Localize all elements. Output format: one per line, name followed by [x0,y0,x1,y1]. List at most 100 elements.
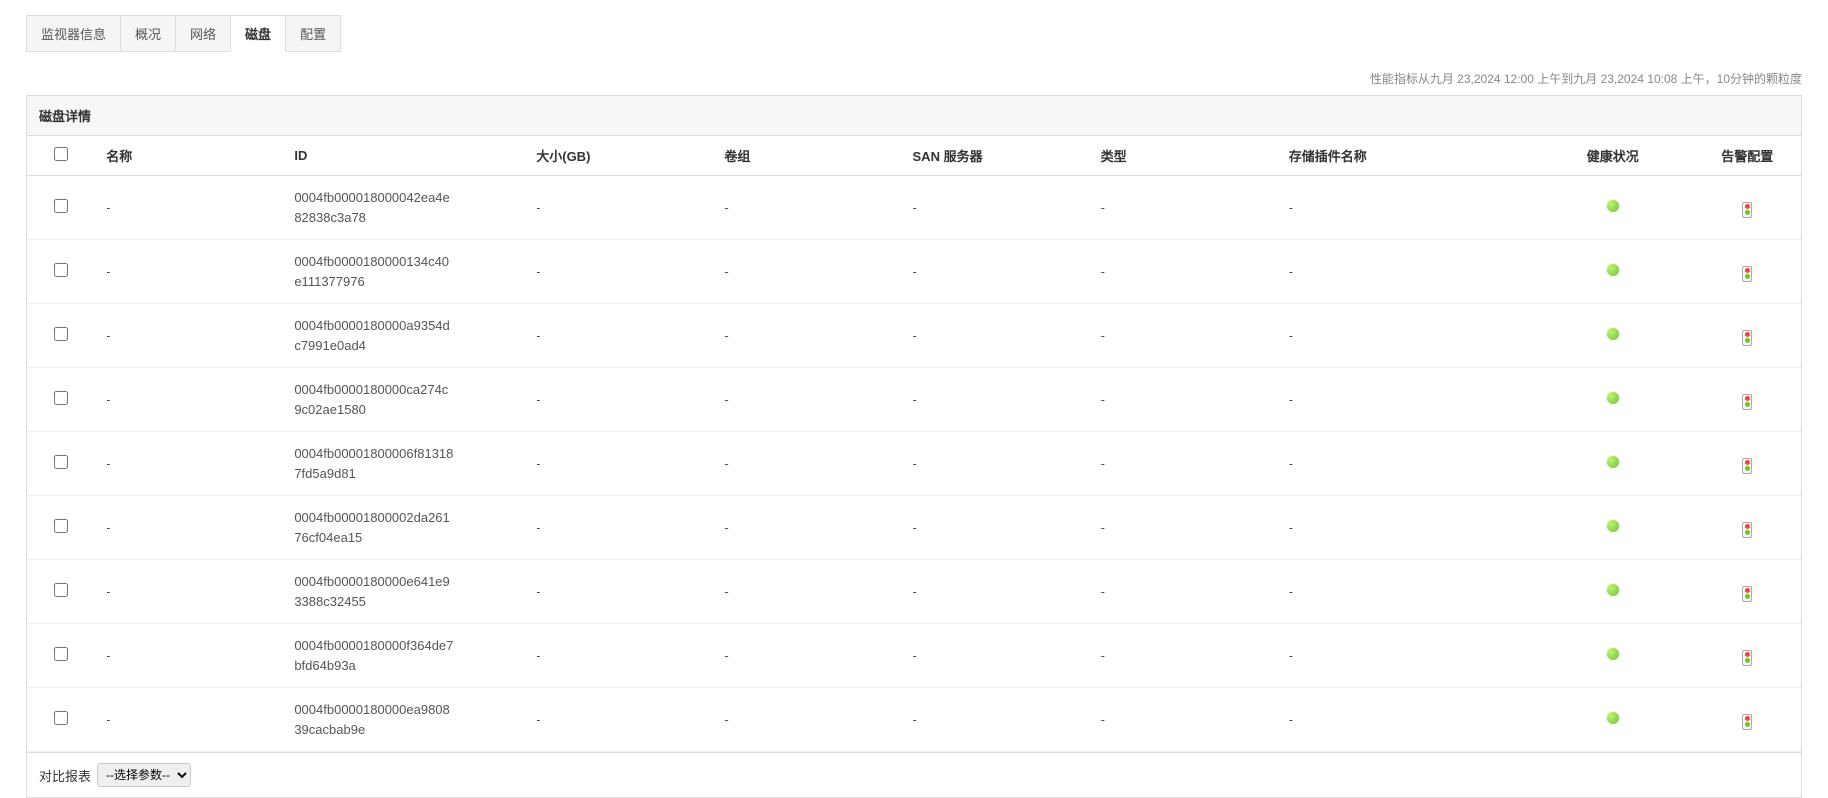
cell-health [1532,304,1693,368]
footer-bar: 对比报表 --选择参数-- [27,752,1801,797]
alarm-config-icon[interactable] [1742,458,1752,474]
row-checkbox-cell [27,688,94,752]
cell-san: - [901,368,1089,432]
header-alarm[interactable]: 告警配置 [1693,136,1801,176]
cell-health [1532,240,1693,304]
cell-vg: - [712,368,900,432]
row-checkbox-cell [27,624,94,688]
row-checkbox[interactable] [54,647,68,661]
panel-title: 磁盘详情 [27,96,1801,136]
health-ok-icon [1607,520,1619,532]
cell-plugin: - [1277,304,1532,368]
cell-san: - [901,496,1089,560]
table-body: -0004fb000018000042ea4e82838c3a78------0… [27,176,1801,752]
cell-vg: - [712,688,900,752]
cell-name: - [94,176,282,240]
row-checkbox[interactable] [54,263,68,277]
row-checkbox-cell [27,432,94,496]
alarm-config-icon[interactable] [1742,586,1752,602]
header-id[interactable]: ID [282,136,524,176]
cell-id: 0004fb0000180000a9354dc7991e0ad4 [282,304,524,368]
cell-id: 0004fb0000180000ca274c9c02ae1580 [282,368,524,432]
header-san[interactable]: SAN 服务器 [901,136,1089,176]
table-row: -0004fb0000180000134c40e111377976----- [27,240,1801,304]
alarm-config-icon[interactable] [1742,522,1752,538]
cell-alarm [1693,688,1801,752]
cell-san: - [901,176,1089,240]
row-checkbox[interactable] [54,455,68,469]
cell-plugin: - [1277,688,1532,752]
cell-alarm [1693,560,1801,624]
cell-id: 0004fb00001800006f813187fd5a9d81 [282,432,524,496]
cell-id: 0004fb00001800002da26176cf04ea15 [282,496,524,560]
row-checkbox[interactable] [54,583,68,597]
health-ok-icon [1607,712,1619,724]
compare-param-select[interactable]: --选择参数-- [97,763,191,787]
tab-2[interactable]: 网络 [175,15,231,52]
cell-type: - [1089,176,1277,240]
cell-san: - [901,688,1089,752]
cell-vg: - [712,624,900,688]
row-checkbox-cell [27,368,94,432]
header-type[interactable]: 类型 [1089,136,1277,176]
cell-health [1532,496,1693,560]
compare-report-label: 对比报表 [39,766,91,785]
cell-type: - [1089,304,1277,368]
header-size[interactable]: 大小(GB) [524,136,712,176]
row-checkbox[interactable] [54,519,68,533]
table-header-row: 名称 ID 大小(GB) 卷组 SAN 服务器 类型 存储插件名称 健康状况 告… [27,136,1801,176]
cell-alarm [1693,304,1801,368]
cell-id: 0004fb0000180000f364de7bfd64b93a [282,624,524,688]
cell-san: - [901,304,1089,368]
header-health[interactable]: 健康状况 [1532,136,1693,176]
health-ok-icon [1607,456,1619,468]
cell-type: - [1089,240,1277,304]
tab-4[interactable]: 配置 [285,15,341,52]
health-ok-icon [1607,648,1619,660]
tab-3[interactable]: 磁盘 [230,15,286,52]
cell-vg: - [712,432,900,496]
header-name[interactable]: 名称 [94,136,282,176]
cell-alarm [1693,496,1801,560]
cell-health [1532,560,1693,624]
table-row: -0004fb00001800006f813187fd5a9d81----- [27,432,1801,496]
cell-health [1532,432,1693,496]
cell-type: - [1089,688,1277,752]
cell-plugin: - [1277,624,1532,688]
alarm-config-icon[interactable] [1742,330,1752,346]
header-plugin[interactable]: 存储插件名称 [1277,136,1532,176]
alarm-config-icon[interactable] [1742,394,1752,410]
table-row: -0004fb0000180000f364de7bfd64b93a----- [27,624,1801,688]
cell-id: 0004fb0000180000e641e93388c32455 [282,560,524,624]
cell-size: - [524,560,712,624]
table-row: -0004fb000018000042ea4e82838c3a78----- [27,176,1801,240]
cell-plugin: - [1277,496,1532,560]
cell-san: - [901,560,1089,624]
cell-health [1532,624,1693,688]
cell-size: - [524,688,712,752]
select-all-checkbox[interactable] [54,147,68,161]
cell-type: - [1089,560,1277,624]
table-row: -0004fb0000180000ca274c9c02ae1580----- [27,368,1801,432]
row-checkbox[interactable] [54,711,68,725]
row-checkbox[interactable] [54,199,68,213]
row-checkbox[interactable] [54,391,68,405]
cell-vg: - [712,560,900,624]
alarm-config-icon[interactable] [1742,650,1752,666]
alarm-config-icon[interactable] [1742,202,1752,218]
header-vg[interactable]: 卷组 [712,136,900,176]
cell-health [1532,688,1693,752]
cell-type: - [1089,624,1277,688]
row-checkbox[interactable] [54,327,68,341]
tab-1[interactable]: 概况 [120,15,176,52]
health-ok-icon [1607,264,1619,276]
health-ok-icon [1607,584,1619,596]
cell-vg: - [712,176,900,240]
alarm-config-icon[interactable] [1742,266,1752,282]
cell-size: - [524,624,712,688]
alarm-config-icon[interactable] [1742,714,1752,730]
cell-size: - [524,432,712,496]
metrics-time-range: 性能指标从九月 23,2024 12:00 上午到九月 23,2024 10:0… [0,52,1828,95]
cell-alarm [1693,624,1801,688]
tab-0[interactable]: 监视器信息 [26,15,121,52]
